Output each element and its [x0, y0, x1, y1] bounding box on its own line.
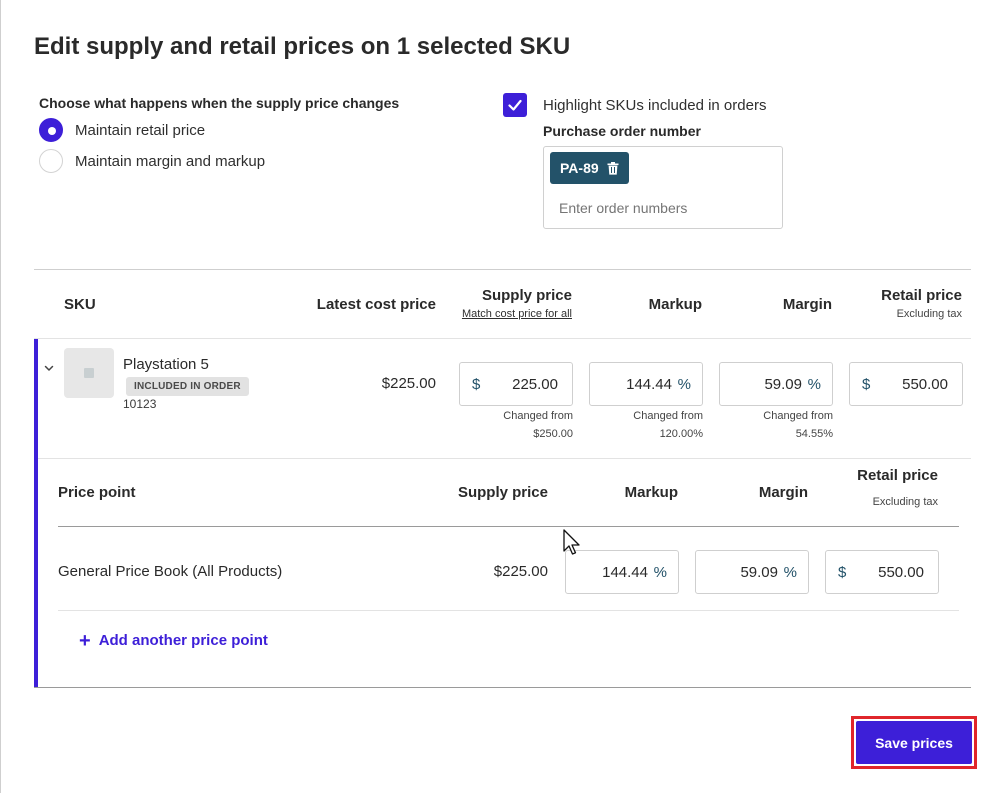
match-cost-price-link[interactable]: Match cost price for all	[462, 308, 572, 320]
changed-from-value: $250.00	[533, 428, 573, 440]
latest-cost-price: $225.00	[381, 375, 436, 392]
checkbox-checked-icon[interactable]	[503, 93, 527, 117]
col-header-supply: Supply price	[481, 287, 572, 304]
highlight-skus-label: Highlight SKUs included in orders	[543, 96, 767, 114]
changed-from-label: Changed from	[503, 410, 573, 422]
pp-header-markup: Markup	[624, 484, 678, 501]
table-top-divider	[34, 269, 971, 270]
col-header-latest-cost: Latest cost price	[316, 296, 436, 313]
currency-prefix: $	[472, 375, 481, 393]
price-point-supply: $225.00	[493, 563, 548, 580]
retail-price-value: 550.00	[902, 375, 948, 393]
col-header-retail-sub: Excluding tax	[896, 308, 962, 320]
modal-title: Edit supply and retail prices on 1 selec…	[34, 33, 571, 60]
pp-header-divider	[58, 526, 959, 527]
pp-margin-input[interactable]: 59.09 %	[695, 550, 809, 594]
add-price-point-label: Add another price point	[98, 632, 268, 649]
currency-prefix: $	[862, 375, 871, 393]
supply-change-label: Choose what happens when the supply pric…	[39, 95, 400, 111]
sku-code: 10123	[123, 397, 157, 411]
product-name: Playstation 5	[123, 356, 209, 373]
changed-from-label: Changed from	[763, 410, 833, 422]
product-thumbnail	[64, 348, 114, 398]
sub-table-divider	[38, 458, 971, 459]
radio-unchecked-icon[interactable]	[39, 149, 63, 173]
col-header-retail: Retail price	[881, 287, 962, 304]
percent-suffix: %	[653, 563, 667, 581]
retail-price-input[interactable]: $ 550.00	[849, 362, 963, 406]
po-label: Purchase order number	[543, 123, 701, 139]
col-header-markup: Markup	[648, 296, 702, 313]
po-chip-label: PA-89	[560, 160, 599, 176]
trash-icon[interactable]	[607, 161, 619, 175]
save-prices-button[interactable]: Save prices	[856, 721, 972, 764]
pp-row-divider	[58, 610, 959, 611]
pp-header-supply: Supply price	[457, 484, 548, 501]
edit-prices-modal: Edit supply and retail prices on 1 selec…	[0, 0, 999, 793]
highlight-skus-checkbox-row[interactable]: Highlight SKUs included in orders	[503, 93, 766, 117]
retail-price-value: 550.00	[878, 563, 924, 581]
supply-price-value: 225.00	[512, 375, 558, 393]
changed-from-value: 54.55%	[795, 428, 833, 440]
col-header-sku: SKU	[64, 296, 96, 313]
po-number-field[interactable]: PA-89	[543, 146, 783, 229]
col-header-margin: Margin	[782, 296, 832, 313]
supply-price-input[interactable]: $ 225.00	[459, 362, 573, 406]
table-bottom-divider	[34, 687, 971, 688]
chevron-down-icon[interactable]	[43, 362, 55, 374]
changed-from-label: Changed from	[633, 410, 703, 422]
changed-from-value: 120.00%	[659, 428, 703, 440]
radio-maintain-margin[interactable]: Maintain margin and markup	[39, 149, 265, 173]
po-number-input[interactable]	[559, 200, 759, 216]
image-placeholder-icon	[84, 368, 94, 378]
radio-maintain-retail[interactable]: Maintain retail price	[39, 118, 205, 142]
markup-changed-from: Changed from 120.00%	[583, 407, 703, 443]
pp-retail-input[interactable]: $ 550.00	[825, 550, 939, 594]
add-price-point-button[interactable]: + Add another price point	[79, 629, 268, 652]
price-point-name: General Price Book (All Products)	[58, 563, 283, 580]
markup-value: 144.44	[626, 375, 672, 393]
percent-suffix: %	[677, 375, 691, 393]
po-chip[interactable]: PA-89	[550, 152, 629, 184]
supply-changed-from: Changed from $250.00	[453, 407, 573, 443]
percent-suffix: %	[783, 563, 797, 581]
percent-suffix: %	[807, 375, 821, 393]
margin-value: 59.09	[764, 375, 802, 393]
pp-header-retail-sub: Excluding tax	[872, 496, 938, 508]
currency-prefix: $	[838, 563, 847, 581]
header-divider	[34, 338, 971, 339]
included-in-order-badge: INCLUDED IN ORDER	[126, 377, 249, 396]
radio-checked-icon[interactable]	[39, 118, 63, 142]
mouse-cursor-icon	[563, 529, 580, 555]
expanded-row-accent	[34, 339, 38, 687]
margin-changed-from: Changed from 54.55%	[713, 407, 833, 443]
pp-header-name: Price point	[58, 484, 136, 501]
pp-header-margin: Margin	[758, 484, 808, 501]
margin-input[interactable]: 59.09 %	[719, 362, 833, 406]
markup-value: 144.44	[602, 563, 648, 581]
radio-label: Maintain retail price	[75, 121, 206, 139]
markup-input[interactable]: 144.44 %	[589, 362, 703, 406]
plus-icon: +	[79, 629, 91, 652]
margin-value: 59.09	[740, 563, 778, 581]
radio-label: Maintain margin and markup	[75, 152, 266, 170]
pp-header-retail: Retail price	[857, 467, 938, 484]
